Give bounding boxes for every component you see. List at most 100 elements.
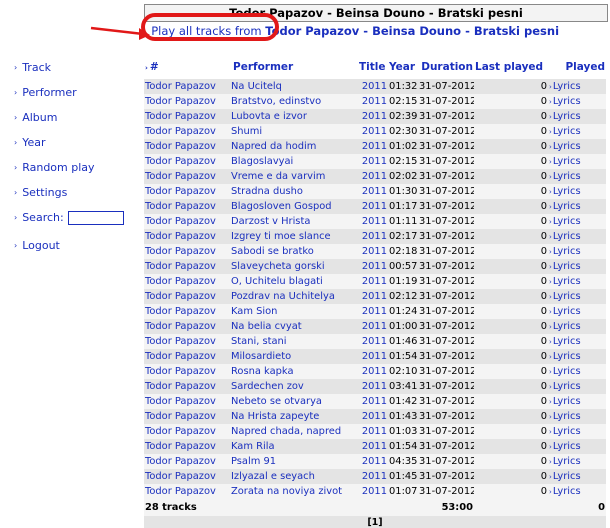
title-link[interactable]: Lubovta e izvor [230, 109, 358, 124]
album-link[interactable]: Beinsa Douno [372, 24, 461, 38]
title-link[interactable]: Pozdrav na Uchitelya [230, 289, 358, 304]
year-link[interactable]: 2011 [358, 439, 388, 454]
lyrics-link[interactable]: ›Lyrics [548, 319, 606, 334]
title-link[interactable]: O, Uchitelu blagati [230, 274, 358, 289]
table-row[interactable]: Todor Papazov Slaveycheta gorski 2011 00:57… [144, 259, 606, 274]
lyrics-link[interactable]: ›Lyrics [548, 79, 606, 94]
year-link[interactable]: 2011 [358, 274, 388, 289]
performer-link[interactable]: Todor Papazov [144, 154, 230, 169]
performer-link[interactable]: Todor Papazov [144, 229, 230, 244]
table-row[interactable]: Todor Papazov Rosna kapka 2011 02:10 31-07-2… [144, 364, 606, 379]
performer-link[interactable]: Todor Papazov [144, 94, 230, 109]
performer-link[interactable]: Todor Papazov [144, 409, 230, 424]
table-row[interactable]: Todor Papazov Pozdrav na Uchitelya 2011 02:… [144, 289, 606, 304]
performer-link[interactable]: Todor Papazov [144, 124, 230, 139]
table-row[interactable]: Todor Papazov Na Ucitelq 2011 01:32 31-07-20… [144, 79, 606, 94]
table-row[interactable]: Todor Papazov Psalm 91 2011 04:35 31-07-2012… [144, 454, 606, 469]
album-title[interactable]: Bratski pesni [474, 24, 559, 38]
year-link[interactable]: 2011 [358, 424, 388, 439]
lyrics-link[interactable]: ›Lyrics [548, 199, 606, 214]
year-link[interactable]: 2011 [358, 184, 388, 199]
col-num[interactable]: › # [144, 48, 230, 79]
year-link[interactable]: 2011 [358, 349, 388, 364]
performer-link[interactable]: Todor Papazov [144, 484, 230, 499]
title-link[interactable]: Kam Sion [230, 304, 358, 319]
lyrics-link[interactable]: ›Lyrics [548, 379, 606, 394]
title-link[interactable]: Napred da hodim [230, 139, 358, 154]
title-link[interactable]: Kam Rila [230, 439, 358, 454]
lyrics-link[interactable]: ›Lyrics [548, 274, 606, 289]
year-link[interactable]: 2011 [358, 199, 388, 214]
performer-link[interactable]: Todor Papazov [144, 139, 230, 154]
lyrics-link[interactable]: ›Lyrics [548, 454, 606, 469]
year-link[interactable]: 2011 [358, 304, 388, 319]
table-row[interactable]: Todor Papazov Milosardieto 2011 01:54 31-07-… [144, 349, 606, 364]
table-row[interactable]: Todor Papazov Darzost v Hrista 2011 01:11 31… [144, 214, 606, 229]
table-row[interactable]: Todor Papazov Stani, stani 2011 01:46 31-07-… [144, 334, 606, 349]
year-link[interactable]: 2011 [358, 79, 388, 94]
performer-link[interactable]: Todor Papazov [144, 274, 230, 289]
table-row[interactable]: Todor Papazov Zorata na noviya zivot 2011 0… [144, 484, 606, 499]
year-link[interactable]: 2011 [358, 484, 388, 499]
col-year[interactable]: Year [388, 48, 418, 79]
lyrics-link[interactable]: ›Lyrics [548, 184, 606, 199]
table-row[interactable]: Todor Papazov Kam Sion 2011 01:24 31-07-2012… [144, 304, 606, 319]
lyrics-link[interactable]: ›Lyrics [548, 409, 606, 424]
performer-link[interactable]: Todor Papazov [144, 424, 230, 439]
lyrics-link[interactable]: ›Lyrics [548, 424, 606, 439]
table-row[interactable]: Todor Papazov O, Uchitelu blagati 2011 01:1… [144, 274, 606, 289]
performer-link[interactable]: Todor Papazov [144, 184, 230, 199]
title-link[interactable]: Darzost v Hrista [230, 214, 358, 229]
table-row[interactable]: Todor Papazov Izgrey ti moe slance 2011 02:… [144, 229, 606, 244]
sidebar-item-track[interactable]: › Track [14, 55, 139, 80]
title-link[interactable]: Na Ucitelq [230, 79, 358, 94]
col-last-played[interactable]: Last played [474, 48, 548, 79]
lyrics-link[interactable]: ›Lyrics [548, 244, 606, 259]
title-link[interactable]: Vreme e da varvim [230, 169, 358, 184]
performer-link[interactable]: Todor Papazov [144, 349, 230, 364]
table-row[interactable]: Todor Papazov Na Hrista zapeyte 2011 01:43 3… [144, 409, 606, 424]
year-link[interactable]: 2011 [358, 319, 388, 334]
year-link[interactable]: 2011 [358, 334, 388, 349]
title-link[interactable]: Blagoslavyai [230, 154, 358, 169]
table-row[interactable]: Todor Papazov Nebeto se otvarya 2011 01:42 3… [144, 394, 606, 409]
year-link[interactable]: 2011 [358, 109, 388, 124]
year-link[interactable]: 2011 [358, 469, 388, 484]
performer-link[interactable]: Todor Papazov [144, 394, 230, 409]
search-input[interactable] [67, 210, 124, 225]
sidebar-item-album[interactable]: › Album [14, 105, 139, 130]
title-link[interactable]: Izlyazal e seyach [230, 469, 358, 484]
year-link[interactable]: 2011 [358, 289, 388, 304]
table-row[interactable]: Todor Papazov Sabodi se bratko 2011 02:18 31… [144, 244, 606, 259]
year-link[interactable]: 2011 [358, 139, 388, 154]
lyrics-link[interactable]: ›Lyrics [548, 259, 606, 274]
table-row[interactable]: Todor Papazov Vreme e da varvim 2011 02:02 3… [144, 169, 606, 184]
year-link[interactable]: 2011 [358, 169, 388, 184]
title-link[interactable]: Shumi [230, 124, 358, 139]
table-row[interactable]: Todor Papazov Lubovta e izvor 2011 02:39 31-… [144, 109, 606, 124]
lyrics-link[interactable]: ›Lyrics [548, 169, 606, 184]
year-link[interactable]: 2011 [358, 259, 388, 274]
performer-link[interactable]: Todor Papazov [144, 304, 230, 319]
sidebar-item-year[interactable]: › Year [14, 130, 139, 155]
table-row[interactable]: Todor Papazov Blagosloven Gospod 2011 01:17… [144, 199, 606, 214]
year-link[interactable]: 2011 [358, 454, 388, 469]
table-row[interactable]: Todor Papazov Na belia cvyat 2011 01:00 31-0… [144, 319, 606, 334]
lyrics-link[interactable]: ›Lyrics [548, 304, 606, 319]
performer-link[interactable]: Todor Papazov [144, 439, 230, 454]
performer-link[interactable]: Todor Papazov [144, 259, 230, 274]
title-link[interactable]: Stani, stani [230, 334, 358, 349]
sidebar-item-logout[interactable]: › Logout [14, 233, 139, 258]
table-row[interactable]: Todor Papazov Blagoslavyai 2011 02:15 31-07-… [144, 154, 606, 169]
sidebar-item-settings[interactable]: › Settings [14, 180, 139, 205]
performer-link[interactable]: Todor Papazov [144, 469, 230, 484]
performer-link[interactable]: Todor Papazov [144, 334, 230, 349]
title-link[interactable]: Sardechen zov [230, 379, 358, 394]
title-link[interactable]: Zorata na noviya zivot [230, 484, 358, 499]
title-link[interactable]: Blagosloven Gospod [230, 199, 358, 214]
page-link[interactable]: [1] [145, 517, 605, 528]
title-link[interactable]: Napred chada, napred [230, 424, 358, 439]
title-link[interactable]: Slaveycheta gorski [230, 259, 358, 274]
table-row[interactable]: Todor Papazov Shumi 2011 02:30 31-07-2012 0 ›L… [144, 124, 606, 139]
title-link[interactable]: Milosardieto [230, 349, 358, 364]
